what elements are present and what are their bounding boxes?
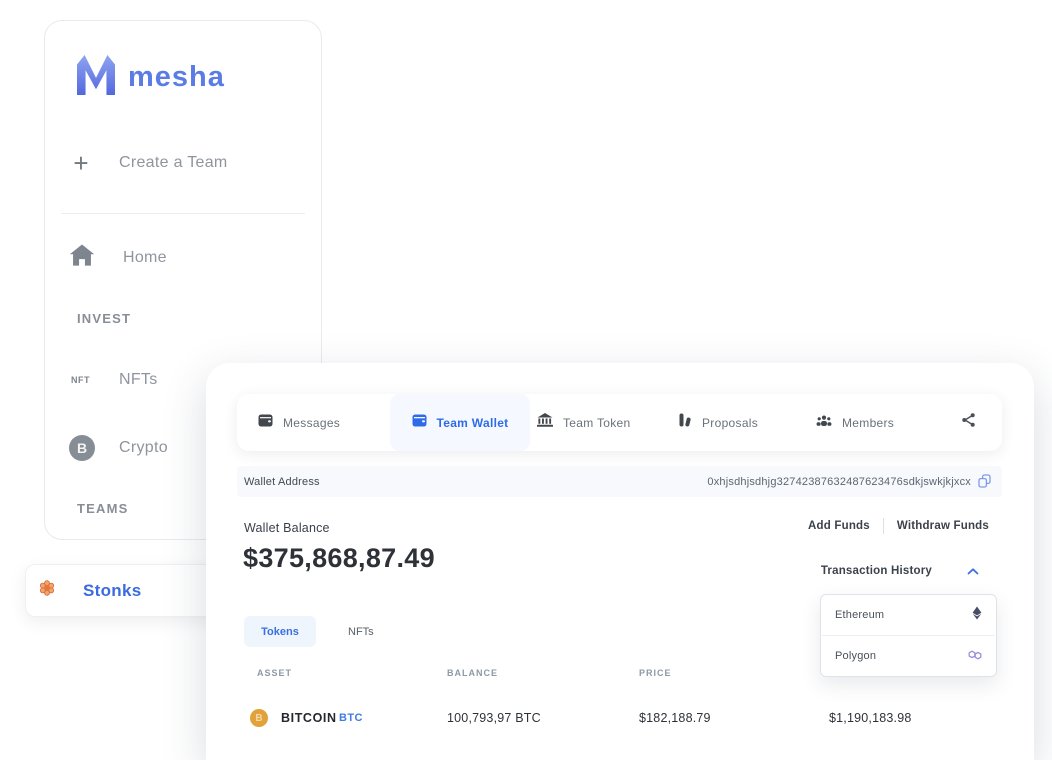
tab-members[interactable]: Members	[816, 394, 894, 451]
team-name-label: Stonks	[83, 581, 141, 601]
plus-icon: +	[71, 153, 91, 173]
sidebar-item-nfts[interactable]: NFT NFTs	[71, 371, 158, 389]
home-icon	[69, 243, 95, 272]
ethereum-label: Ethereum	[835, 609, 884, 621]
tab-team-token[interactable]: Team Token	[537, 394, 630, 451]
asset-name: BITCOIN	[281, 711, 337, 725]
share-icon	[961, 413, 976, 432]
column-header-price: PRICE	[639, 668, 672, 678]
create-team-label: Create a Team	[119, 154, 228, 172]
members-icon	[816, 414, 832, 432]
nft-icon: NFT	[71, 375, 97, 385]
tab-team-token-label: Team Token	[563, 416, 630, 430]
bank-icon	[537, 413, 553, 432]
wallet-balance-value: $375,868,87.49	[243, 543, 435, 574]
sidebar-item-nfts-label: NFTs	[119, 371, 158, 389]
create-team-button[interactable]: + Create a Team	[71, 153, 228, 173]
panel-tabbar: Messages Team Wallet	[237, 394, 1002, 451]
team-wallet-panel: Messages Team Wallet	[206, 363, 1034, 760]
network-menu: Ethereum Polygon	[820, 594, 997, 677]
wallet-balance-label: Wallet Balance	[244, 521, 330, 535]
sidebar-item-crypto-label: Crypto	[119, 439, 168, 457]
tab-nfts[interactable]: NFTs	[348, 626, 374, 638]
asset-price: $182,188.79	[639, 711, 711, 725]
asset-balance: 100,793,97 BTC	[447, 711, 541, 725]
asset-value: $1,190,183.98	[829, 711, 912, 725]
sidebar-item-crypto[interactable]: B Crypto	[69, 435, 168, 461]
wallet-address-value: 0xhjsdhjsdhjg32742387632487623476sdkjswk…	[707, 476, 971, 488]
sidebar-section-invest: INVEST	[77, 311, 131, 326]
bitcoin-coin-icon: B	[69, 435, 95, 461]
messages-icon	[258, 414, 273, 432]
tab-tokens[interactable]: Tokens	[244, 616, 316, 647]
asset-symbol: BTC	[339, 712, 363, 724]
polygon-label: Polygon	[835, 650, 876, 662]
mesha-logo[interactable]: mesha	[77, 55, 225, 100]
asset-tabs: Tokens NFTs	[244, 616, 374, 647]
withdraw-funds-button[interactable]: Withdraw Funds	[897, 520, 989, 532]
ethereum-icon	[972, 606, 982, 625]
menu-item-polygon[interactable]: Polygon	[821, 636, 996, 676]
tab-proposals[interactable]: Proposals	[678, 394, 758, 451]
wallet-address-row: Wallet Address 0xhjsdhjsdhjg327423876324…	[237, 466, 1002, 497]
wallet-address-label: Wallet Address	[244, 476, 320, 488]
tab-members-label: Members	[842, 416, 894, 430]
add-funds-button[interactable]: Add Funds	[808, 520, 870, 532]
app-canvas: mesha + Create a Team Home INVEST NFT NF…	[0, 0, 1052, 760]
sidebar-section-teams: TEAMS	[77, 501, 129, 516]
proposals-icon	[678, 413, 692, 432]
bitcoin-icon: B	[250, 709, 268, 727]
polygon-icon	[968, 647, 982, 665]
transaction-history-button[interactable]: Transaction History	[821, 562, 979, 580]
tab-messages[interactable]: Messages	[258, 394, 340, 451]
sidebar-item-home[interactable]: Home	[69, 243, 167, 272]
team-avatar-flower-icon	[38, 579, 56, 602]
column-header-asset: ASSET	[257, 668, 292, 678]
team-card-stonks[interactable]: Stonks	[25, 564, 222, 617]
mesha-logo-text: mesha	[128, 61, 225, 94]
funds-divider	[883, 518, 884, 534]
menu-item-ethereum[interactable]: Ethereum	[821, 595, 996, 635]
copy-address-button[interactable]	[978, 474, 992, 489]
sidebar-divider	[61, 213, 305, 214]
tab-proposals-label: Proposals	[702, 416, 758, 430]
transaction-history-label: Transaction History	[821, 565, 932, 577]
sidebar-item-home-label: Home	[123, 249, 167, 267]
tab-team-wallet[interactable]: Team Wallet	[390, 394, 530, 451]
tab-messages-label: Messages	[283, 416, 340, 430]
mesha-logo-icon	[77, 55, 115, 100]
share-button[interactable]	[961, 394, 976, 451]
chevron-up-icon	[967, 562, 979, 580]
wallet-icon	[412, 414, 427, 432]
column-header-balance: BALANCE	[447, 668, 498, 678]
funds-actions: Add Funds Withdraw Funds	[808, 518, 989, 534]
tab-team-wallet-label: Team Wallet	[437, 416, 509, 430]
table-row[interactable]: B BITCOIN BTC 100,793,97 BTC $182,188.79…	[206, 701, 1034, 735]
